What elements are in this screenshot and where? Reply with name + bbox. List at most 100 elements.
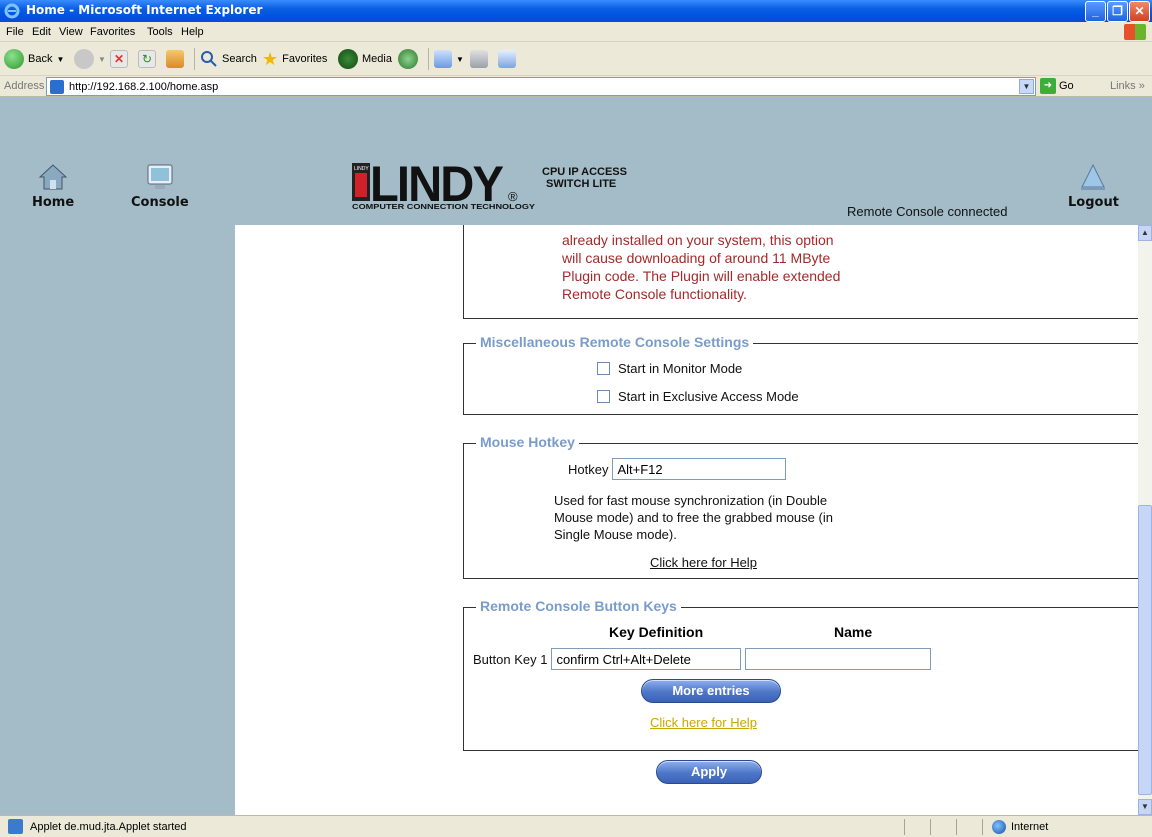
- search-label: Search: [222, 53, 257, 65]
- history-button[interactable]: [398, 49, 418, 69]
- history-icon: [398, 49, 418, 69]
- button-keys-help-link[interactable]: Click here for Help: [650, 715, 757, 730]
- favorites-button[interactable]: ★ Favorites: [262, 49, 327, 69]
- plugin-note-line: already installed on your system, this o…: [562, 232, 834, 248]
- button-key-name-input[interactable]: [745, 648, 932, 670]
- plugin-fieldset: already installed on your system, this o…: [463, 225, 1138, 319]
- back-label: Back: [28, 53, 53, 65]
- nav-home[interactable]: Home: [32, 163, 74, 210]
- exclusive-access-option[interactable]: Start in Exclusive Access Mode: [597, 389, 799, 404]
- browser-window: Home - Microsoft Internet Explorer _ ❐ ✕…: [0, 0, 1152, 837]
- edit-icon: [498, 50, 516, 68]
- button-key-label: Button Key 1: [473, 651, 548, 667]
- logout-icon: [1081, 163, 1106, 190]
- restore-button[interactable]: ❐: [1107, 1, 1128, 22]
- status-divider: [930, 819, 931, 835]
- mail-button[interactable]: ▼: [434, 49, 464, 69]
- exclusive-access-checkbox[interactable]: [597, 390, 610, 403]
- page-header: Home Console LINDY LINDY ® CPU IP ACCESS…: [0, 97, 1152, 225]
- forward-button[interactable]: ▼: [74, 49, 106, 69]
- edit-button[interactable]: [498, 49, 516, 69]
- address-input[interactable]: http://192.168.2.100/home.asp ▼: [46, 77, 1036, 96]
- address-dropdown-icon[interactable]: ▼: [1019, 79, 1034, 94]
- forward-arrow-icon: [74, 49, 94, 69]
- back-button[interactable]: Back ▼: [4, 49, 64, 69]
- connection-status: Remote Console connected: [847, 204, 1008, 219]
- media-icon: [338, 49, 358, 69]
- logout-link[interactable]: Logout: [1068, 163, 1119, 210]
- status-divider: [982, 819, 983, 835]
- address-url: http://192.168.2.100/home.asp: [69, 81, 219, 93]
- mail-icon: [434, 50, 452, 68]
- status-text: Applet de.mud.jta.Applet started: [30, 821, 187, 833]
- hotkey-help-link[interactable]: Click here for Help: [650, 555, 757, 570]
- scroll-thumb[interactable]: [1138, 505, 1152, 795]
- refresh-icon: ↻: [138, 50, 156, 68]
- media-label: Media: [362, 53, 392, 65]
- button-key-definition-input[interactable]: [551, 648, 742, 670]
- window-title: Home - Microsoft Internet Explorer: [26, 3, 263, 17]
- close-button[interactable]: ✕: [1129, 1, 1150, 22]
- monitor-mode-option[interactable]: Start in Monitor Mode: [597, 361, 742, 376]
- nav-console-label: Console: [131, 195, 189, 210]
- stop-icon: ✕: [110, 50, 128, 68]
- page-icon: [50, 80, 64, 94]
- menu-help[interactable]: Help: [181, 26, 204, 38]
- mouse-hotkey-fieldset: Mouse Hotkey Hotkey Used for fast mouse …: [463, 434, 1138, 579]
- left-sidebar: [0, 225, 235, 815]
- applet-page-icon: [8, 819, 23, 834]
- button-keys-legend: Remote Console Button Keys: [476, 598, 681, 614]
- plugin-note-line: Plugin code. The Plugin will enable exte…: [562, 268, 841, 284]
- search-button[interactable]: Search: [200, 49, 257, 69]
- logout-label: Logout: [1068, 195, 1119, 210]
- vertical-scrollbar[interactable]: ▲ ▼: [1138, 225, 1152, 815]
- back-arrow-icon: [4, 49, 24, 69]
- nav-home-label: Home: [32, 195, 75, 210]
- plugin-note-line: Remote Console functionality.: [562, 286, 747, 302]
- plugin-note-line: will cause downloading of around 11 MByt…: [562, 250, 831, 266]
- links-toolbar[interactable]: Links »: [1110, 80, 1145, 92]
- menu-tools[interactable]: Tools: [147, 26, 173, 38]
- monitor-mode-label: Start in Monitor Mode: [618, 361, 743, 376]
- security-zone: Internet: [992, 820, 1048, 834]
- menu-favorites[interactable]: Favorites: [90, 26, 135, 38]
- menu-bar: File Edit View Favorites Tools Help: [0, 22, 1152, 42]
- scroll-up-icon[interactable]: ▲: [1138, 225, 1152, 241]
- console-icon: [147, 164, 173, 189]
- more-entries-button[interactable]: More entries: [641, 679, 781, 703]
- menu-file[interactable]: File: [6, 26, 24, 38]
- hotkey-description-line: Single Mouse mode).: [554, 527, 677, 542]
- nav-console[interactable]: Console: [131, 163, 189, 210]
- hotkey-description-line: Used for fast mouse synchronization (in …: [554, 493, 828, 508]
- title-bar: Home - Microsoft Internet Explorer _ ❐ ✕: [0, 0, 1152, 22]
- address-label: Address: [4, 80, 45, 92]
- address-bar: Address http://192.168.2.100/home.asp ▼ …: [0, 76, 1152, 97]
- favorites-label: Favorites: [282, 53, 328, 65]
- menu-edit[interactable]: Edit: [32, 26, 51, 38]
- ie-icon: [4, 3, 20, 19]
- go-button[interactable]: ➜ Go: [1040, 78, 1074, 94]
- hotkey-input[interactable]: [612, 458, 787, 480]
- status-divider: [956, 819, 957, 835]
- monitor-mode-checkbox[interactable]: [597, 362, 610, 375]
- logo-tagline: COMPUTER CONNECTION TECHNOLOGY: [352, 204, 535, 211]
- main-content: already installed on your system, this o…: [235, 225, 1138, 815]
- minimize-button[interactable]: _: [1085, 1, 1106, 22]
- stop-button[interactable]: ✕: [110, 49, 128, 69]
- scroll-down-icon[interactable]: ▼: [1138, 799, 1152, 815]
- menu-view[interactable]: View: [59, 26, 83, 38]
- media-button[interactable]: Media: [338, 49, 392, 69]
- search-icon: [201, 51, 217, 67]
- home-button[interactable]: [166, 49, 184, 69]
- toolbar: Back ▼ ▼ ✕ ↻ Search ★ Favorites Media ▼: [0, 42, 1152, 76]
- logo-registered: ®: [508, 189, 518, 204]
- hotkey-row: Hotkey: [568, 458, 787, 480]
- logo-product-line2: SWITCH LITE: [546, 178, 616, 190]
- plugin-note: already installed on your system, this o…: [562, 231, 840, 303]
- button-keys-fieldset: Remote Console Button Keys Key Definitio…: [463, 598, 1138, 751]
- apply-button[interactable]: Apply: [656, 760, 762, 784]
- print-button[interactable]: [470, 49, 488, 69]
- status-divider: [904, 819, 905, 835]
- refresh-button[interactable]: ↻: [138, 49, 156, 69]
- hotkey-label: Hotkey: [568, 461, 609, 477]
